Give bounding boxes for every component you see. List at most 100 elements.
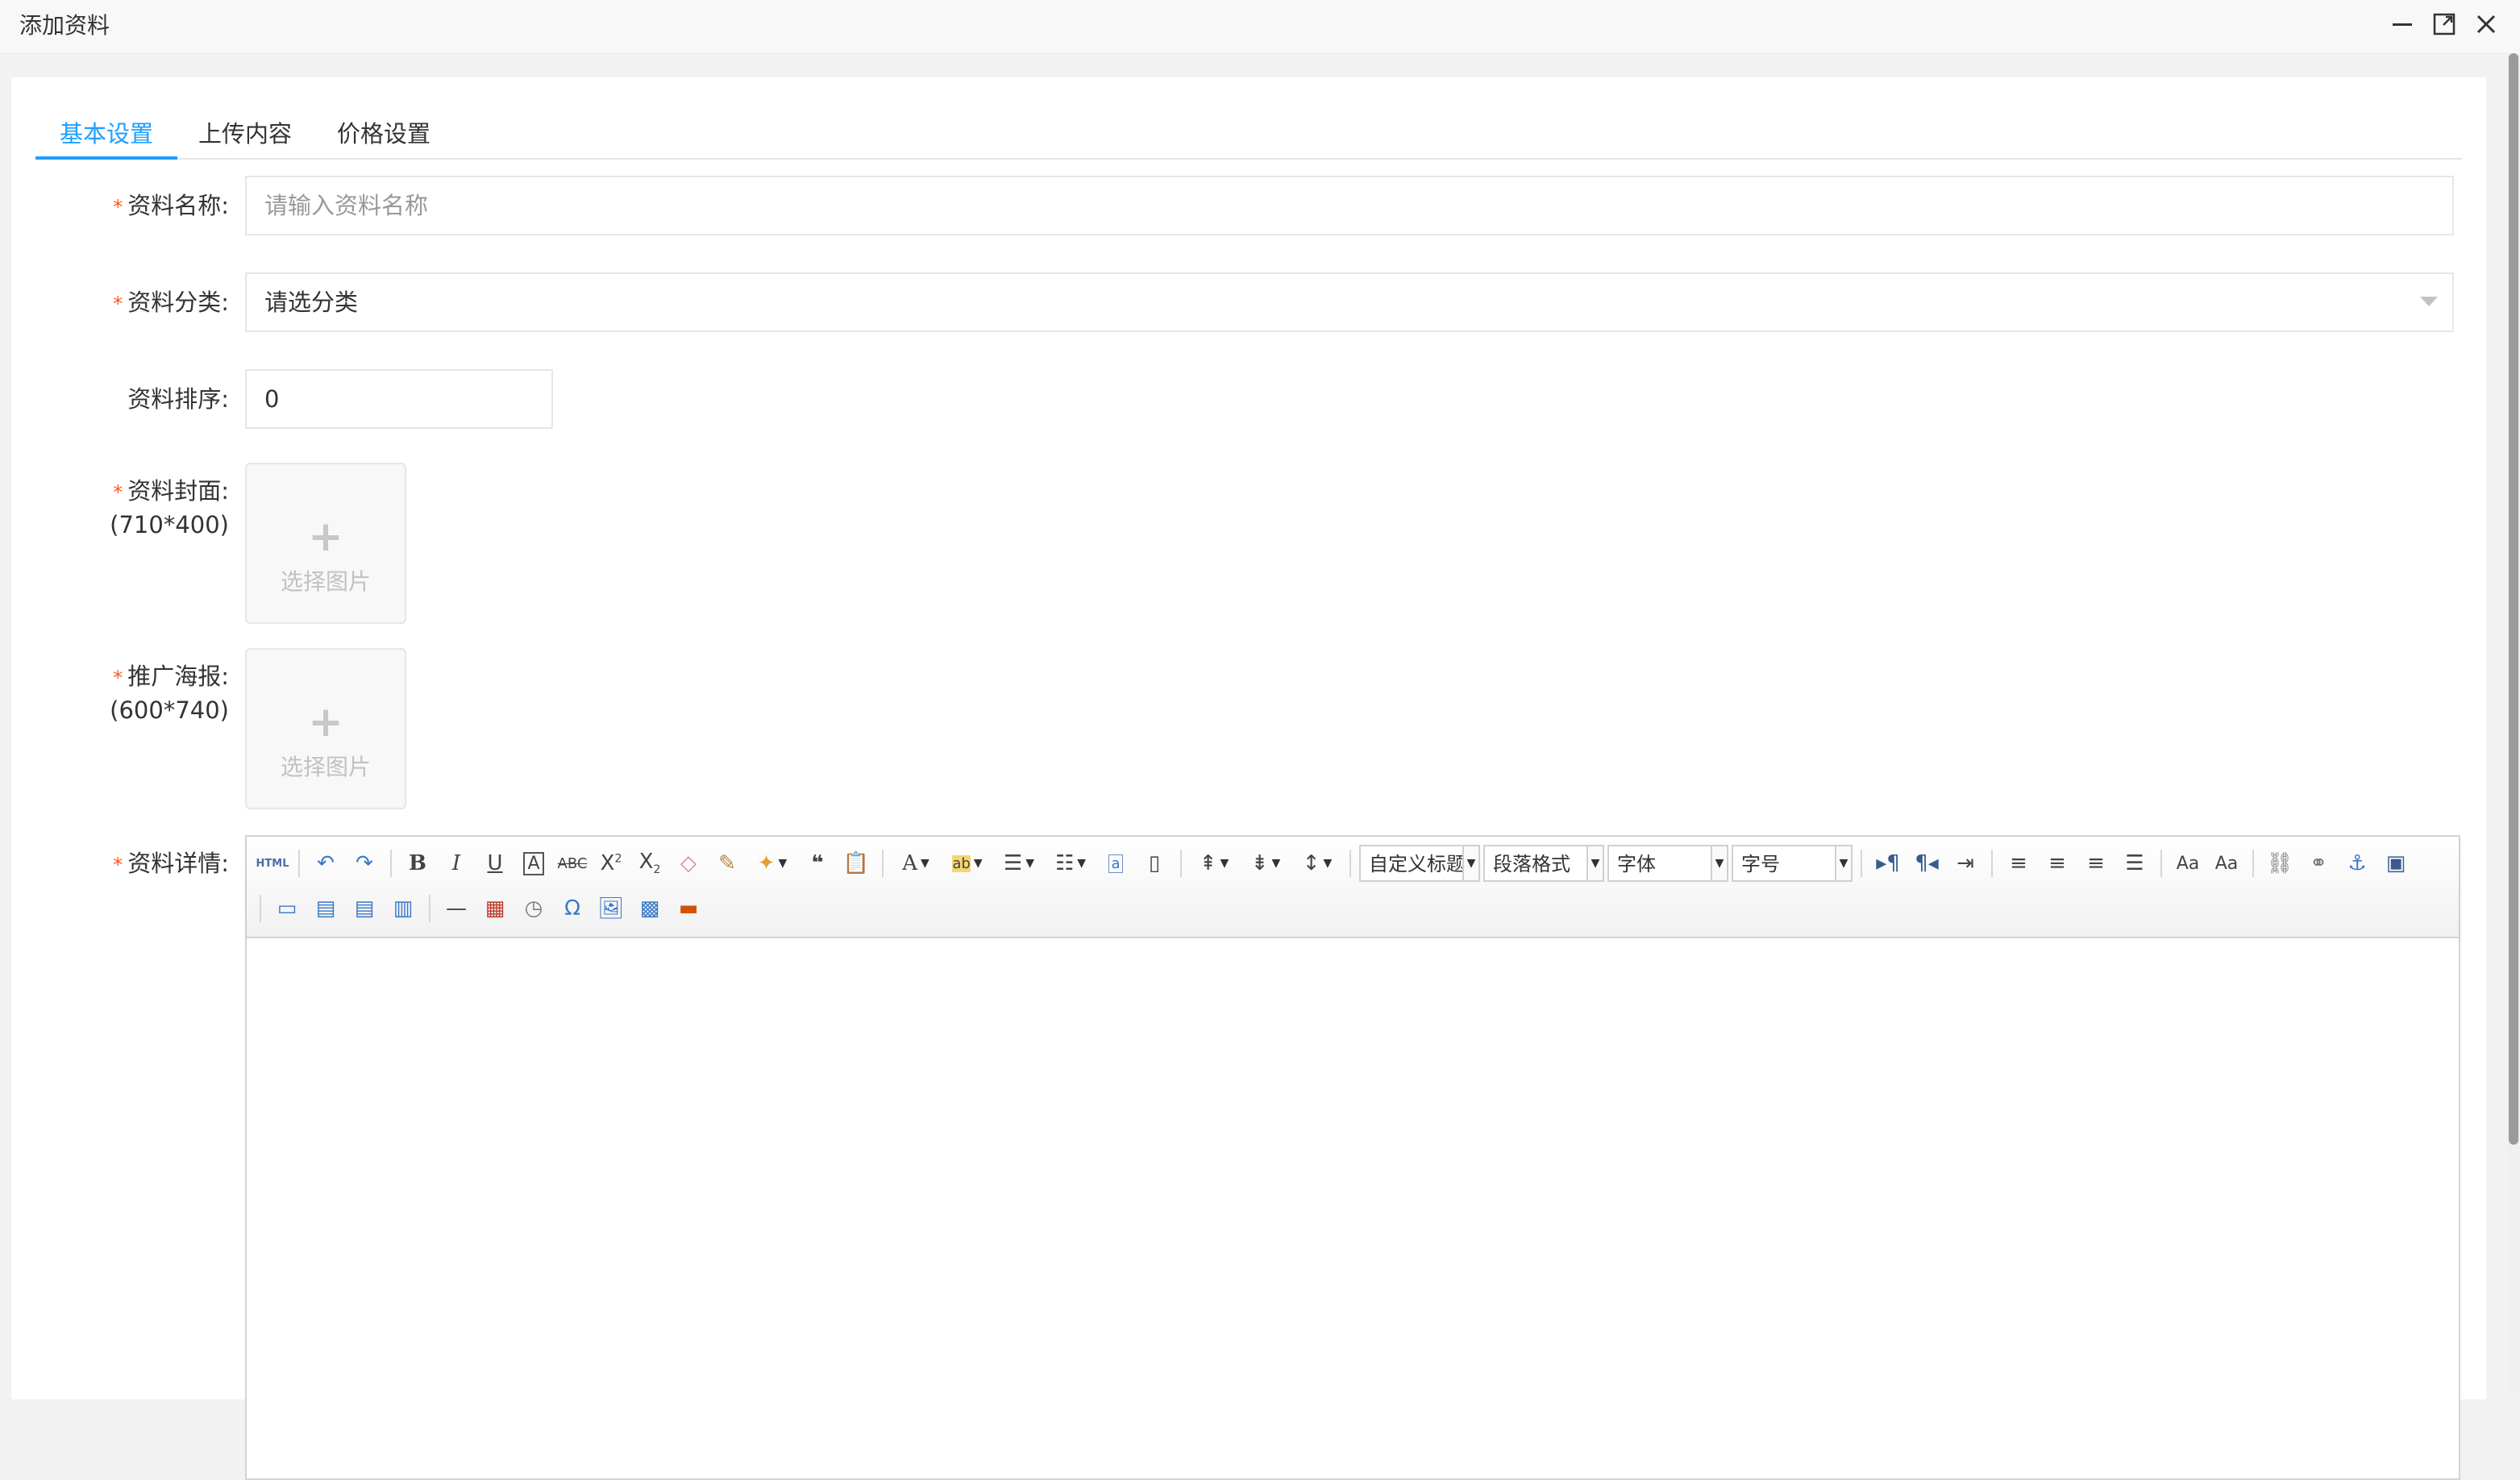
- anchor-button[interactable]: ⚓: [2338, 844, 2377, 883]
- align-left-icon: ≡: [2010, 851, 2027, 875]
- subscript-button[interactable]: X2: [630, 844, 669, 883]
- custom-title-value: 自定义标题: [1369, 853, 1466, 875]
- strikethrough-button[interactable]: ABC: [553, 844, 592, 883]
- horizontal-rule-button[interactable]: —: [437, 889, 476, 928]
- italic-button[interactable]: I: [437, 844, 476, 883]
- highlight-color-button[interactable]: ab ▼: [942, 844, 993, 883]
- image-none-button[interactable]: ▭: [268, 889, 306, 928]
- underline-button[interactable]: U: [476, 844, 514, 883]
- font-family-value: 字体: [1617, 853, 1656, 875]
- insert-time-button[interactable]: ◷: [514, 889, 553, 928]
- blockquote-button[interactable]: ❝: [798, 844, 837, 883]
- cover-upload-button[interactable]: + 选择图片: [245, 463, 406, 624]
- font-size-select[interactable]: 字号 ▼: [1732, 845, 1853, 882]
- insert-date-button[interactable]: ▦: [476, 889, 514, 928]
- image-left-button[interactable]: ▤: [306, 889, 345, 928]
- document-icon: ▯: [1148, 851, 1161, 875]
- clock-icon: ◷: [524, 896, 543, 921]
- editor-content-area[interactable]: [247, 938, 2459, 1478]
- chevron-down-icon: ▼: [1711, 846, 1727, 880]
- cover-hint: (710*400): [110, 511, 229, 538]
- auto-typeset-button[interactable]: ✦ ▼: [746, 844, 798, 883]
- clipboard-icon: 📋: [842, 851, 870, 875]
- ordered-list-button[interactable]: ☰ ▼: [993, 844, 1045, 883]
- underline-icon: U: [487, 851, 503, 875]
- scrollbar-thumb[interactable]: [2509, 53, 2518, 1145]
- maximize-button[interactable]: [2430, 10, 2459, 39]
- align-right-icon: ≡: [2087, 851, 2105, 875]
- poster-upload-button[interactable]: + 选择图片: [245, 648, 406, 809]
- omega-icon: Ω: [564, 896, 580, 921]
- chevron-down-icon: ▼: [1835, 846, 1851, 880]
- align-center-icon: ≡: [2048, 851, 2066, 875]
- scrollbar[interactable]: [2507, 53, 2520, 1391]
- cover-label: 资料封面:: [127, 477, 229, 505]
- font-color-button[interactable]: A ▼: [890, 844, 942, 883]
- font-color-icon: A: [902, 851, 917, 875]
- uppercase-button[interactable]: Aa: [2169, 844, 2207, 883]
- rtl-button[interactable]: ¶◂: [1907, 844, 1946, 883]
- tab-price-settings[interactable]: 价格设置: [313, 110, 455, 158]
- bold-button[interactable]: B: [398, 844, 437, 883]
- tab-basic-settings[interactable]: 基本设置: [35, 110, 178, 160]
- unlink-button[interactable]: ⚭: [2299, 844, 2338, 883]
- lowercase-button[interactable]: Aa: [2207, 844, 2246, 883]
- category-value: 请选分类: [264, 289, 359, 316]
- line-height-button[interactable]: ↕ ▼: [1291, 844, 1343, 883]
- line-height-icon: ↕: [1302, 851, 1320, 875]
- image-center-button[interactable]: ▥: [384, 889, 422, 928]
- sort-input[interactable]: 0: [245, 369, 553, 429]
- clear-doc-button[interactable]: ▯: [1135, 844, 1174, 883]
- magic-wand-icon: ✦: [757, 851, 776, 875]
- row-spacing-top-button[interactable]: ⇞ ▼: [1188, 844, 1240, 883]
- required-mark: *: [113, 667, 123, 689]
- required-mark: *: [113, 196, 123, 218]
- redo-icon: ↷: [356, 851, 373, 875]
- maximize-icon: [2433, 13, 2456, 35]
- word-image-button[interactable]: ▩: [630, 889, 669, 928]
- preview-button[interactable]: ▣: [2377, 844, 2415, 883]
- font-family-select[interactable]: 字体 ▼: [1607, 845, 1728, 882]
- image-right-icon: ▤: [354, 896, 375, 921]
- unordered-list-button[interactable]: ☷ ▼: [1045, 844, 1096, 883]
- align-center-button[interactable]: ≡: [2038, 844, 2077, 883]
- font-border-button[interactable]: A: [514, 844, 553, 883]
- subscript-icon: X2: [638, 850, 661, 877]
- custom-title-select[interactable]: 自定义标题 ▼: [1359, 845, 1480, 882]
- image-right-button[interactable]: ▤: [345, 889, 384, 928]
- paste-plain-button[interactable]: 📋: [837, 844, 875, 883]
- sort-value: 0: [264, 385, 280, 413]
- image-icon: 🖼: [597, 896, 625, 921]
- paragraph-value: 段落格式: [1493, 853, 1570, 875]
- format-painter-button[interactable]: ✎: [708, 844, 746, 883]
- row-spacing-bottom-button[interactable]: ⇟ ▼: [1240, 844, 1291, 883]
- indent-button[interactable]: ⇥: [1946, 844, 1985, 883]
- align-justify-button[interactable]: ☰: [2115, 844, 2154, 883]
- ltr-button[interactable]: ▸¶: [1869, 844, 1907, 883]
- monitor-icon: ▣: [2385, 851, 2406, 875]
- tab-upload-content[interactable]: 上传内容: [174, 110, 316, 158]
- minimize-button[interactable]: [2388, 10, 2417, 39]
- align-left-button[interactable]: ≡: [1999, 844, 2038, 883]
- name-input[interactable]: 请输入资料名称: [245, 176, 2454, 235]
- chevron-down-icon: [2420, 297, 2438, 306]
- undo-button[interactable]: ↶: [306, 844, 345, 883]
- html-source-button[interactable]: HTML: [253, 844, 292, 883]
- align-right-button[interactable]: ≡: [2077, 844, 2115, 883]
- name-placeholder: 请输入资料名称: [264, 192, 429, 219]
- redo-button[interactable]: ↷: [345, 844, 384, 883]
- select-all-button[interactable]: a: [1096, 844, 1135, 883]
- insert-video-button[interactable]: ▬: [669, 889, 708, 928]
- close-icon: [2476, 15, 2496, 34]
- superscript-button[interactable]: X2: [592, 844, 630, 883]
- superscript-icon: X2: [600, 851, 622, 875]
- uppercase-icon: Aa: [2176, 853, 2200, 874]
- minimize-icon: [2393, 23, 2412, 26]
- category-select[interactable]: 请选分类: [245, 272, 2454, 332]
- paragraph-format-select[interactable]: 段落格式 ▼: [1483, 845, 1604, 882]
- close-button[interactable]: [2472, 10, 2501, 39]
- insert-image-button[interactable]: 🖼: [592, 889, 630, 928]
- link-button[interactable]: ⛓: [2260, 844, 2299, 883]
- special-chars-button[interactable]: Ω: [553, 889, 592, 928]
- remove-format-button[interactable]: ◇: [669, 844, 708, 883]
